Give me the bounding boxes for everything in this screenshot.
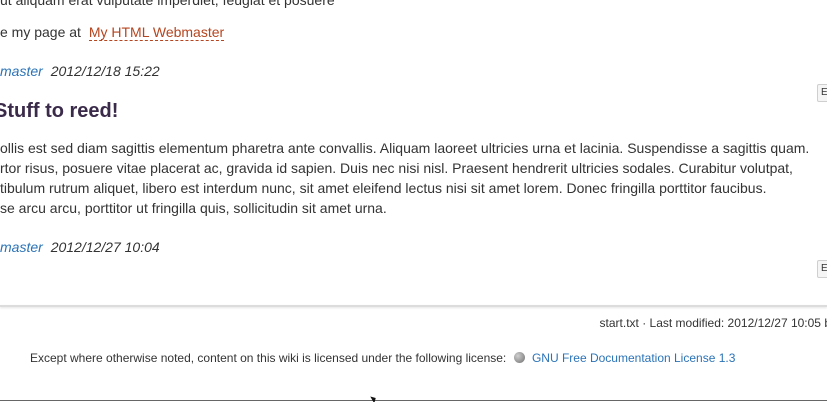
homepage-prefix: e my page at [0, 24, 81, 40]
license-footer: Except where otherwise noted, content on… [30, 351, 735, 365]
post-meta: master 2012/12/18 15:22 [0, 63, 160, 79]
post-date: 2012/12/18 15:22 [50, 63, 160, 79]
page-content: ut aliquam erat vulputate imperdiet, feu… [0, 0, 827, 306]
edit-button[interactable]: E [817, 84, 827, 102]
body-line: ollis est sed diam sagittis elementum ph… [0, 140, 810, 156]
author-link[interactable]: master [0, 63, 43, 79]
body-line: rtor risus, posuere vitae placerat ac, g… [0, 160, 793, 176]
license-link[interactable]: GNU Free Documentation License 1.3 [532, 351, 735, 365]
globe-icon [513, 352, 525, 363]
body-line: tibulum rutrum aliquet, libero est inter… [0, 180, 767, 196]
edit-button[interactable]: E [817, 260, 827, 278]
doc-info: start.txt · Last modified: 2012/12/27 10… [599, 316, 827, 330]
homepage-line: e my page at My HTML Webmaster [0, 24, 225, 41]
clipped-text-line: ut aliquam erat vulputate imperdiet, feu… [0, 0, 335, 8]
body-line: se arcu arcu, porttitor ut fringilla qui… [0, 200, 387, 216]
post-meta: master 2012/12/27 10:04 [0, 239, 160, 255]
post-body: ollis est sed diam sagittis elementum ph… [0, 138, 827, 218]
homepage-link[interactable]: My HTML Webmaster [88, 24, 225, 41]
bottom-divider [0, 400, 827, 401]
license-text: Except where otherwise noted, content on… [30, 351, 507, 365]
post-date: 2012/12/27 10:04 [50, 239, 160, 255]
post-title: Stuff to reed! [0, 100, 119, 122]
author-link[interactable]: master [0, 239, 43, 255]
page-separator [0, 305, 827, 307]
